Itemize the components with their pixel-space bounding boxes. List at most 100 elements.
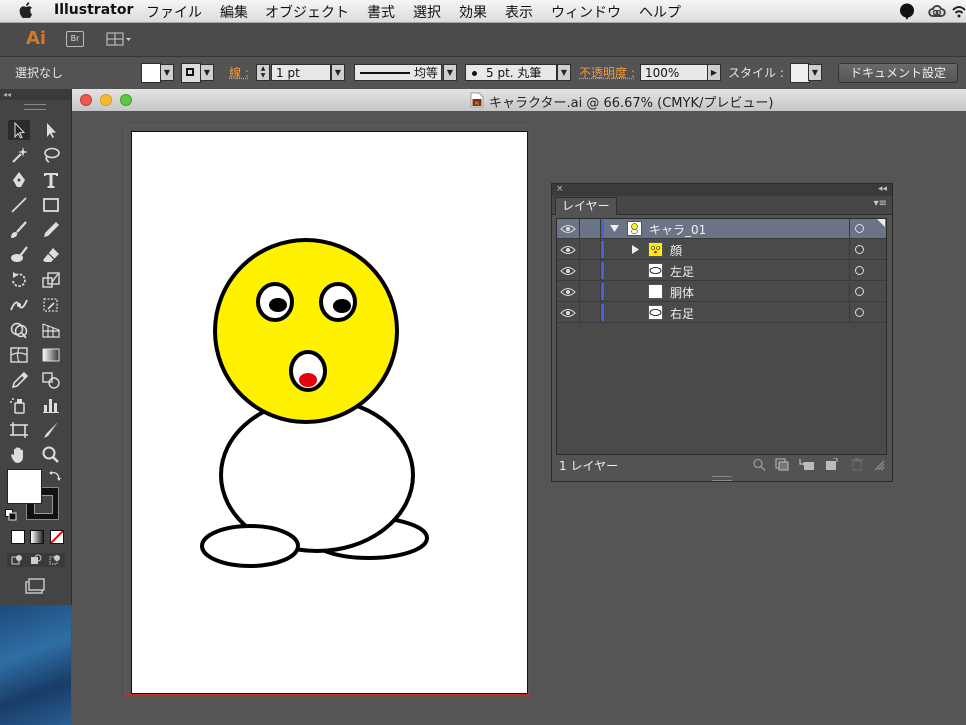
panel-header[interactable]: × ◂◂: [552, 184, 892, 196]
menu-app-name[interactable]: Illustrator: [54, 2, 133, 18]
visibility-eye-icon[interactable]: [560, 287, 576, 297]
sublayer-name[interactable]: 右足: [670, 305, 694, 322]
eraser-tool-icon[interactable]: [40, 245, 62, 265]
shape-builder-tool-icon[interactable]: [8, 320, 30, 340]
sublayer-row[interactable]: 胴体: [557, 282, 886, 302]
stroke-weight-dropdown[interactable]: ▼: [331, 64, 345, 81]
type-tool-icon[interactable]: [40, 170, 62, 190]
target-icon[interactable]: [855, 224, 864, 233]
screen-mode-icon[interactable]: [24, 578, 46, 596]
artboard-tool-icon[interactable]: [8, 420, 30, 440]
lasso-tool-icon[interactable]: [40, 145, 62, 165]
fill-swatch[interactable]: [7, 469, 42, 504]
lock-toggle[interactable]: [579, 282, 601, 301]
resize-grip-icon[interactable]: [874, 460, 885, 471]
lock-toggle[interactable]: [579, 240, 601, 259]
hand-tool-icon[interactable]: [8, 445, 30, 465]
sublayer-row[interactable]: 顔: [557, 240, 886, 260]
arrange-documents-icon[interactable]: [106, 31, 132, 47]
zoom-tool-icon[interactable]: [40, 445, 62, 465]
column-graph-tool-icon[interactable]: [40, 395, 62, 415]
menu-type[interactable]: 書式: [367, 2, 395, 22]
slice-tool-icon[interactable]: [40, 420, 62, 440]
tab-layers[interactable]: レイヤー: [555, 197, 617, 215]
opacity-field[interactable]: 100%: [640, 64, 708, 81]
sublayer-row[interactable]: 左足: [557, 261, 886, 281]
direct-selection-tool-icon[interactable]: [40, 120, 62, 140]
sublayer-name[interactable]: 顔: [670, 242, 682, 259]
fill-dropdown[interactable]: ▼: [160, 64, 174, 81]
fill-color-swatch[interactable]: [141, 63, 161, 83]
perspective-grid-tool-icon[interactable]: [40, 320, 62, 340]
lock-toggle[interactable]: [579, 261, 601, 280]
character-artwork[interactable]: [132, 132, 529, 695]
visibility-eye-icon[interactable]: [560, 308, 576, 318]
stroke-profile-dropdown[interactable]: ▼: [443, 64, 457, 81]
magic-wand-tool-icon[interactable]: [8, 145, 30, 165]
line-segment-tool-icon[interactable]: [8, 195, 30, 215]
close-window-icon[interactable]: [80, 94, 92, 106]
target-icon[interactable]: [855, 287, 864, 296]
rectangle-tool-icon[interactable]: [40, 195, 62, 215]
face[interactable]: [213, 238, 399, 424]
menu-help[interactable]: ヘルプ: [639, 2, 681, 22]
apple-icon[interactable]: [19, 2, 33, 18]
mesh-tool-icon[interactable]: [8, 345, 30, 365]
expand-triangle-icon[interactable]: [610, 224, 619, 233]
default-fill-stroke-icon[interactable]: [5, 509, 17, 521]
layer-row[interactable]: キャラ_01: [557, 219, 886, 239]
visibility-eye-icon[interactable]: [560, 245, 576, 255]
create-new-layer-icon[interactable]: [824, 458, 838, 471]
left-foot[interactable]: [200, 524, 300, 568]
stroke-weight-field[interactable]: 1 pt: [271, 64, 331, 81]
document-titlebar[interactable]: Ai キャラクター.ai @ 66.67% (CMYK/プレビュー): [72, 89, 966, 112]
graphic-style-swatch[interactable]: [790, 63, 810, 83]
target-icon[interactable]: [855, 308, 864, 317]
paintbrush-tool-icon[interactable]: [8, 220, 30, 240]
document-settings-button[interactable]: ドキュメント設定: [838, 63, 958, 83]
blob-brush-tool-icon[interactable]: [8, 245, 30, 265]
collapse-panel-icon[interactable]: ◂◂: [0, 90, 71, 100]
lock-toggle[interactable]: [579, 303, 601, 322]
pen-tool-icon[interactable]: [8, 170, 30, 190]
bridge-button[interactable]: Br: [66, 31, 84, 47]
close-panel-icon[interactable]: ×: [556, 184, 564, 194]
menu-view[interactable]: 表示: [505, 2, 533, 22]
panel-resize-handle[interactable]: [712, 476, 732, 481]
menu-effect[interactable]: 効果: [459, 2, 487, 22]
menu-select[interactable]: 選択: [413, 2, 441, 22]
artboard[interactable]: [131, 131, 528, 694]
free-transform-tool-icon[interactable]: [40, 295, 62, 315]
pencil-tool-icon[interactable]: [40, 220, 62, 240]
draw-inside-icon[interactable]: [49, 554, 61, 566]
rotate-tool-icon[interactable]: [8, 270, 30, 290]
collapse-triangle-icon[interactable]: [631, 245, 640, 254]
width-tool-icon[interactable]: [8, 295, 30, 315]
scale-tool-icon[interactable]: [40, 270, 62, 290]
menu-object[interactable]: オブジェクト: [265, 2, 349, 22]
lock-toggle[interactable]: [579, 219, 601, 238]
sublayer-row[interactable]: 右足: [557, 303, 886, 323]
brush-definition-field[interactable]: 5 pt. 丸筆: [465, 64, 557, 81]
zoom-window-icon[interactable]: [120, 94, 132, 106]
graphic-style-dropdown[interactable]: ▼: [808, 64, 822, 81]
stroke-profile-field[interactable]: 均等: [354, 64, 442, 81]
wifi-icon[interactable]: [952, 3, 966, 19]
layer-name[interactable]: キャラ_01: [649, 221, 706, 238]
draw-behind-icon[interactable]: [30, 554, 42, 566]
opacity-label[interactable]: 不透明度 :: [579, 64, 635, 81]
menu-file[interactable]: ファイル: [146, 2, 202, 22]
collapse-panel-icon[interactable]: ◂◂: [878, 184, 887, 194]
menu-window[interactable]: ウィンドウ: [551, 2, 621, 22]
delete-layer-icon[interactable]: [851, 458, 863, 471]
opacity-dropdown[interactable]: ▶: [707, 64, 721, 81]
visibility-eye-icon[interactable]: [560, 266, 576, 276]
sublayer-name[interactable]: 胴体: [670, 284, 694, 301]
stroke-dropdown[interactable]: ▼: [200, 64, 214, 81]
create-sublayer-icon[interactable]: [799, 458, 815, 471]
eyedropper-tool-icon[interactable]: [8, 370, 30, 390]
brush-dropdown[interactable]: ▼: [557, 64, 571, 81]
swap-fill-stroke-icon[interactable]: [48, 469, 62, 483]
stroke-weight-stepper[interactable]: ▲ ▼: [256, 64, 270, 81]
color-mode-icon[interactable]: [11, 530, 25, 544]
